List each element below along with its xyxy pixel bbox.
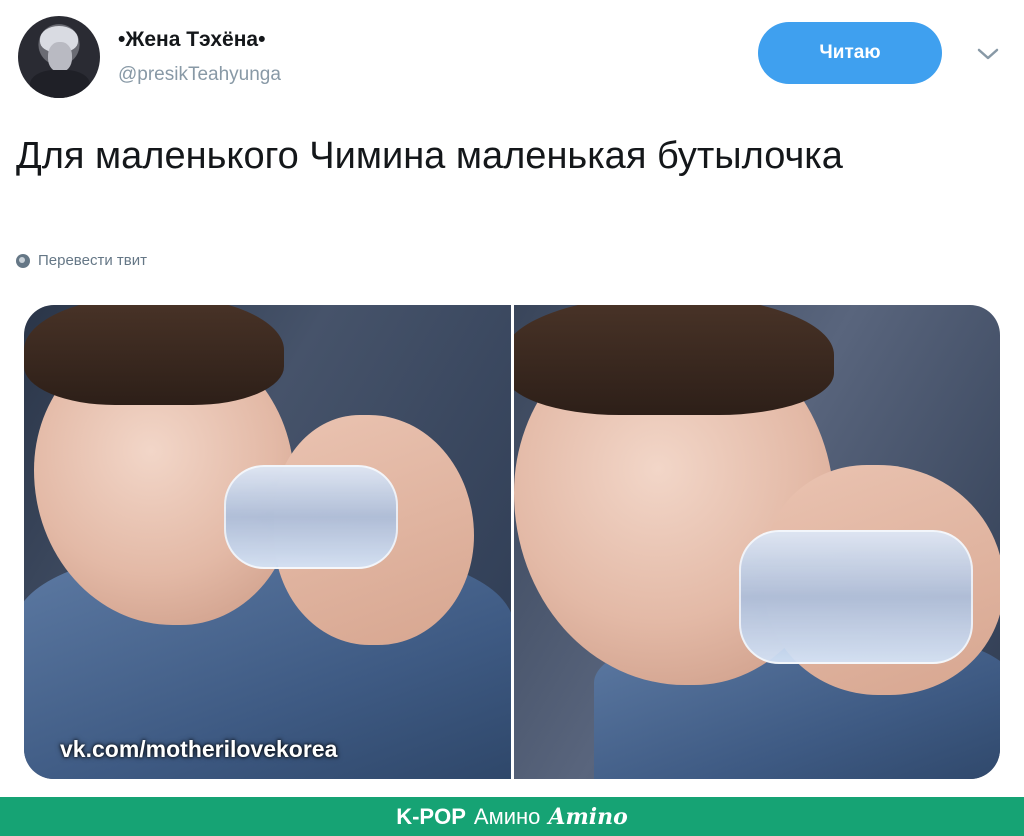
media-photo-right[interactable]: [513, 305, 1000, 779]
media-photo-left[interactable]: vk.com/motherilovekorea: [24, 305, 511, 779]
author-handle[interactable]: @presikTeahyunga: [118, 64, 281, 86]
tweet-text: Для маленького Чимина маленькая бутылочк…: [16, 135, 843, 177]
footer-brand: K-POP: [396, 803, 466, 829]
amino-footer: K-POP Амино Amino: [0, 797, 1024, 836]
translate-label: Перевести твит: [38, 252, 147, 269]
tweet-media[interactable]: vk.com/motherilovekorea: [24, 305, 1000, 779]
photo-bottle: [738, 530, 973, 664]
avatar-face: [48, 42, 72, 72]
photo-bottle: [224, 465, 398, 569]
follow-button[interactable]: Читаю: [758, 22, 942, 84]
globe-icon: [16, 253, 30, 268]
chevron-down-icon[interactable]: [976, 44, 1000, 64]
author-name[interactable]: •Жена Тэхёна•: [118, 28, 265, 52]
media-watermark: vk.com/motherilovekorea: [60, 736, 338, 762]
photo-hair: [24, 305, 284, 405]
photo-hair: [513, 305, 834, 415]
avatar-body: [30, 70, 90, 98]
footer-community: Амино: [473, 803, 541, 829]
author-avatar[interactable]: [18, 16, 100, 98]
amino-logo: Amino: [548, 803, 628, 830]
translate-link[interactable]: Перевести твит: [16, 252, 147, 269]
